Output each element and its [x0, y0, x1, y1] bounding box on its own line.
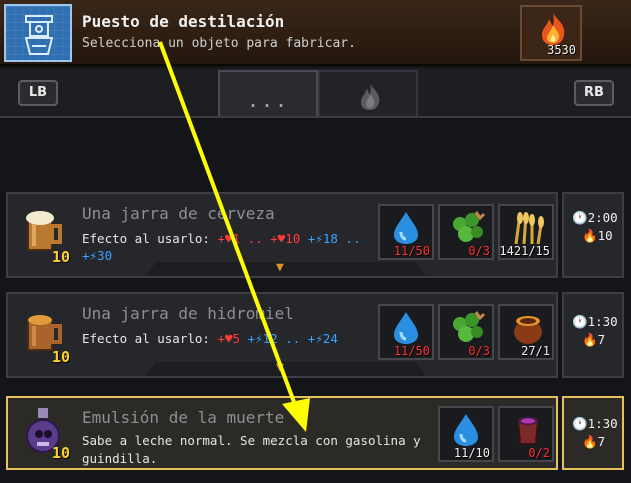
water-drop-icon	[394, 212, 418, 244]
chevron-down-icon: ▼	[276, 260, 284, 275]
recipe-description: Sabe a leche normal. Se mezcla con gasol…	[82, 433, 421, 466]
page-title: Puesto de destilación	[82, 12, 285, 31]
distillery-icon	[4, 4, 72, 62]
ingredient-count: 1421/15	[499, 244, 550, 258]
chevron-down-icon: ▼	[276, 360, 284, 375]
craft-time: 🕐1:30	[572, 416, 618, 431]
craft-time: 🕐2:00	[572, 210, 618, 225]
ingredient-slot[interactable]: 11/50	[378, 304, 434, 360]
hops-icon	[453, 311, 486, 342]
ingredient-slot[interactable]: 27/1	[498, 304, 554, 360]
recipe-row-death-emulsion[interactable]: 10 Emulsión de la muerte Sabe a leche no…	[6, 396, 558, 470]
heat-cost: 🔥7	[582, 332, 606, 347]
fuel-count: 3530	[547, 43, 576, 57]
recipe-name: Emulsión de la muerte	[82, 408, 285, 427]
water-drop-icon	[454, 414, 478, 446]
recipe-stats: 🕐1:30 🔥7	[562, 396, 624, 470]
ingredient-count: 27/1	[521, 344, 550, 358]
ingredient-count: 11/10	[453, 446, 490, 460]
ingredient-slot[interactable]: 11/50	[378, 204, 434, 260]
page-subtitle: Selecciona un objeto para fabricar.	[82, 36, 356, 51]
tab-all[interactable]: ...	[218, 70, 318, 118]
ingredient-count: 0/3	[468, 344, 490, 358]
recipe-row-mead[interactable]: 10 Una jarra de hidromiel Efecto al usar…	[6, 292, 558, 378]
recipe-effect: Efecto al usarlo: +♥5 +⚡12 .. +⚡24	[82, 331, 338, 346]
recipe-row-beer[interactable]: 10 Una jarra de cerveza Efecto al usarlo…	[6, 192, 558, 278]
output-quantity: 10	[52, 248, 71, 266]
ingredient-count: 11/50	[393, 244, 430, 258]
recipe-name: Una jarra de cerveza	[82, 204, 275, 223]
expand-toggle[interactable]: ▼	[146, 262, 426, 276]
crafting-header: Puesto de destilación Selecciona un obje…	[0, 0, 631, 66]
water-drop-icon	[394, 312, 418, 344]
craft-time: 🕐1:30	[572, 314, 618, 329]
recipe-name: Una jarra de hidromiel	[82, 304, 294, 323]
honey-pot-icon	[514, 316, 542, 344]
recipe-effect: Efecto al usarlo: +♥1 .. +♥10 +⚡18 .. +⚡…	[82, 231, 361, 263]
ingredient-slot[interactable]: 0/3	[438, 204, 494, 260]
tab-divider	[0, 116, 631, 118]
ingredient-count: 11/50	[393, 344, 430, 358]
fuel-counter: 3530	[520, 5, 582, 61]
category-tab-bar: LB RB ...	[0, 68, 631, 118]
expand-toggle[interactable]: ▼	[146, 362, 426, 376]
output-quantity: 10	[52, 348, 71, 366]
more-icon: ...	[246, 88, 290, 112]
wheat-icon	[514, 212, 544, 245]
lb-button[interactable]: LB	[18, 80, 58, 106]
ingredient-slot[interactable]: 1421/15	[498, 204, 554, 260]
hops-icon	[453, 211, 486, 242]
rb-button[interactable]: RB	[574, 80, 614, 106]
ingredient-slot[interactable]: 11/10	[438, 406, 494, 462]
jar-icon	[516, 417, 540, 445]
ingredient-slot[interactable]: 0/3	[438, 304, 494, 360]
tab-fuel[interactable]	[318, 70, 418, 118]
fire-icon	[361, 84, 380, 110]
heat-cost: 🔥7	[582, 434, 606, 449]
fire-icon	[542, 13, 565, 45]
output-quantity: 10	[52, 444, 71, 462]
ingredient-count: 0/3	[468, 244, 490, 258]
heat-cost: 🔥10	[582, 228, 613, 243]
ingredient-slot[interactable]: 0/2	[498, 406, 554, 462]
recipe-stats: 🕐2:00 🔥10	[562, 192, 624, 278]
ingredient-count: 0/2	[528, 446, 550, 460]
recipe-stats: 🕐1:30 🔥7	[562, 292, 624, 378]
